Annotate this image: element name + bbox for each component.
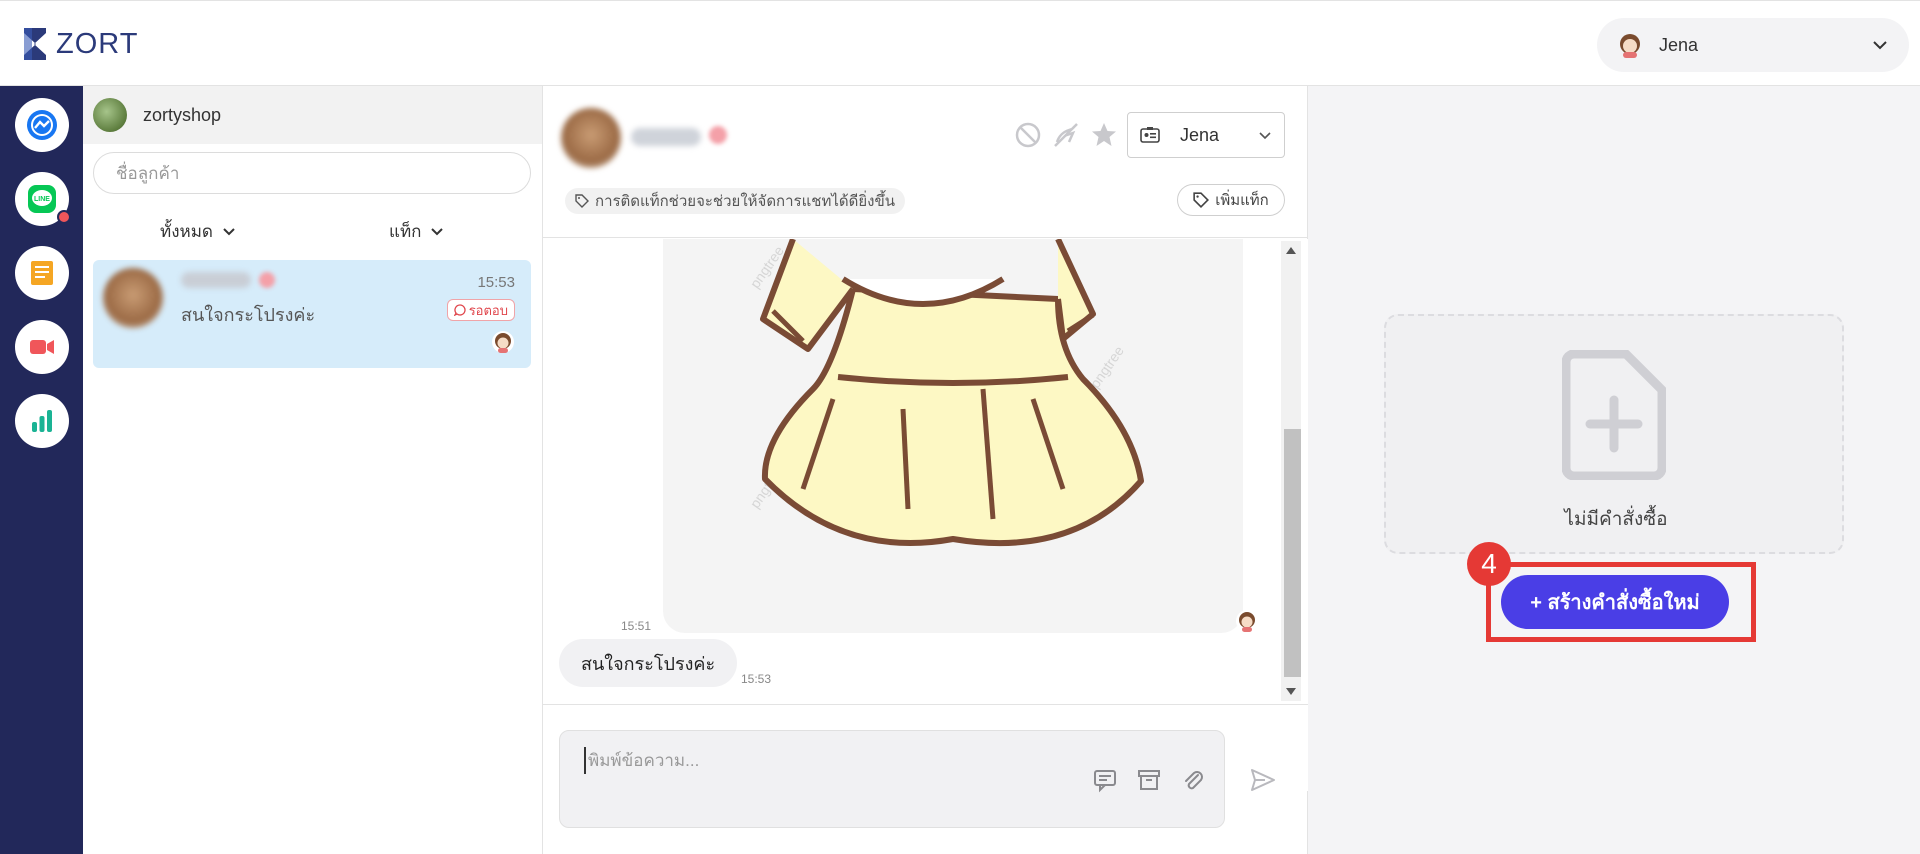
tag-hint-text: การติดแท็กช่วยจะช่วยให้จัดการแชทได้ดียิ่… <box>595 193 895 210</box>
chat-bubble-icon <box>453 304 466 316</box>
conversation-item[interactable]: 15:53 สนใจกระโปรงค่ะ รอตอบ <box>93 260 531 368</box>
create-order-button[interactable]: + สร้างคำสั่งซื้อใหม่ <box>1501 575 1729 629</box>
rail-line-button[interactable]: LINE <box>15 172 71 226</box>
chevron-down-icon <box>1873 41 1887 50</box>
dress-image <box>760 239 1144 547</box>
empty-orders-box: ไม่มีคำสั่งซื้อ <box>1384 314 1844 554</box>
top-bar: ZORT Jena <box>0 0 1920 86</box>
shop-header: zortyshop <box>83 86 542 144</box>
filter-tag-label: แท็ก <box>389 222 422 241</box>
block-icon[interactable] <box>1013 120 1043 150</box>
message-time: 15:51 <box>621 619 652 633</box>
chevron-down-icon <box>431 227 444 235</box>
tag-hint: การติดแท็กช่วยจะช่วยให้จัดการแชทได้ดียิ่… <box>565 188 905 214</box>
status-badge-label: รอตอบ <box>468 302 508 318</box>
video-icon <box>30 340 54 354</box>
archive-icon[interactable] <box>1136 767 1162 793</box>
customer-name-redacted <box>631 128 701 146</box>
agent-avatar-icon <box>1236 610 1258 632</box>
customer-name-redacted <box>181 272 251 288</box>
line-icon: LINE <box>28 185 56 213</box>
assignee-name: Jena <box>1180 124 1220 145</box>
notification-dot <box>57 210 71 224</box>
scroll-down-arrow-icon[interactable] <box>1284 685 1298 697</box>
status-badge: รอตอบ <box>446 299 515 321</box>
scroll-up-arrow-icon[interactable] <box>1284 245 1298 257</box>
tag-icon <box>575 194 589 208</box>
message-time: 15:53 <box>741 672 772 686</box>
mute-icon[interactable] <box>1051 120 1081 150</box>
user-name: Jena <box>1659 34 1699 55</box>
conversation-last-message: สนใจกระโปรงค่ะ <box>181 305 316 325</box>
shop-avatar <box>93 98 127 132</box>
message-composer[interactable]: พิมพ์ข้อความ... <box>559 730 1225 828</box>
zort-logo-icon <box>24 28 46 60</box>
rail-video-button[interactable] <box>15 320 69 374</box>
id-card-icon <box>1140 127 1160 143</box>
filter-tag-dropdown[interactable]: แท็ก <box>389 218 445 245</box>
chevron-down-icon <box>1259 132 1271 140</box>
user-avatar-icon <box>1620 34 1640 58</box>
add-tag-label: เพิ่มแท็ก <box>1215 192 1269 209</box>
heart-icon <box>709 126 727 144</box>
notes-icon <box>31 261 53 285</box>
scrollbar-thumb[interactable] <box>1284 429 1301 677</box>
filter-bar: ทั้งหมด แท็ก <box>83 218 543 248</box>
filter-all-label: ทั้งหมด <box>160 222 213 241</box>
tutorial-step-badge: 4 <box>1467 542 1511 586</box>
logo-text: ZORT <box>56 27 139 60</box>
agent-avatar-icon <box>492 331 514 353</box>
chevron-down-icon <box>223 227 235 235</box>
message-list: pngtree pngtree pngtree pngtree pngtree … <box>543 239 1308 791</box>
star-icon[interactable] <box>1089 120 1119 150</box>
conversation-time: 15:53 <box>477 274 515 291</box>
customer-avatar <box>561 108 621 168</box>
analytics-icon <box>32 410 52 432</box>
order-panel: ไม่มีคำสั่งซื้อ + สร้างคำสั่งซื้อใหม่ 4 <box>1308 86 1920 854</box>
customer-search-input[interactable]: ชื่อลูกค้า <box>93 152 531 194</box>
composer-placeholder: พิมพ์ข้อความ... <box>584 747 699 774</box>
zort-logo[interactable]: ZORT <box>22 26 138 62</box>
chat-header: Jena การติดแท็กช่วยจะช่วยให้จัดการแชทได้… <box>543 86 1308 238</box>
rail-analytics-button[interactable] <box>15 394 69 448</box>
assignee-dropdown[interactable]: Jena <box>1127 112 1285 158</box>
composer-tools <box>1092 767 1206 793</box>
contacts-panel: zortyshop ชื่อลูกค้า ทั้งหมด แท็ก 15:53 … <box>83 86 543 854</box>
filter-all-dropdown[interactable]: ทั้งหมด <box>160 218 237 245</box>
image-message[interactable]: pngtree pngtree pngtree pngtree pngtree <box>663 239 1243 633</box>
chat-panel: Jena การติดแท็กช่วยจะช่วยให้จัดการแชทได้… <box>543 86 1308 854</box>
messenger-icon <box>27 110 57 140</box>
text-message[interactable]: สนใจกระโปรงค่ะ <box>559 639 738 687</box>
tag-icon <box>1193 192 1210 208</box>
heart-icon <box>259 272 275 288</box>
add-tag-button[interactable]: เพิ่มแท็ก <box>1177 184 1285 216</box>
channel-rail: LINE <box>0 86 83 854</box>
add-document-icon <box>1562 350 1666 480</box>
customer-avatar <box>103 268 163 328</box>
shop-name: zortyshop <box>143 104 222 125</box>
quick-reply-icon[interactable] <box>1092 767 1118 793</box>
rail-messenger-button[interactable] <box>15 98 69 152</box>
send-icon[interactable] <box>1249 766 1277 794</box>
chat-actions <box>1013 120 1119 150</box>
attachment-icon[interactable] <box>1180 767 1206 793</box>
empty-orders-text: ไม่มีคำสั่งซื้อ <box>1564 509 1668 530</box>
rail-notes-button[interactable] <box>15 246 69 300</box>
svg-text:LINE: LINE <box>34 196 50 203</box>
user-menu[interactable]: Jena <box>1597 18 1909 72</box>
